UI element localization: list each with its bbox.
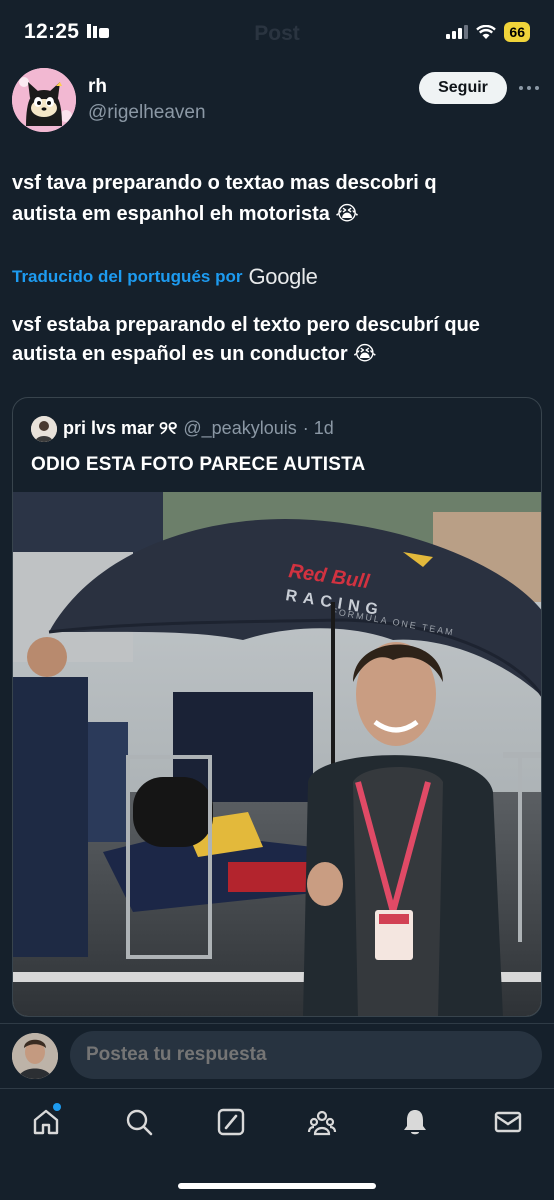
signal-icon [446,25,469,39]
translated-by-label: Traducido del portugués por [12,267,243,286]
translation-attribution[interactable]: Traducido del portugués por Google [12,264,318,290]
cat-avatar-icon [12,68,76,132]
home-icon[interactable] [31,1107,61,1137]
translated-text-line: autista en español es un conductor 😭 [12,343,377,365]
status-icons: 66 [446,22,530,42]
home-notification-dot [53,1103,61,1111]
grok-icon[interactable] [216,1107,246,1137]
home-indicator [178,1183,376,1189]
reply-input[interactable] [70,1031,542,1079]
wifi-icon [476,24,497,39]
translated-text: vsf estaba preparando el texto pero desc… [12,311,542,369]
battery-indicator: 66 [504,22,530,42]
search-icon[interactable] [124,1107,154,1137]
messages-icon[interactable] [493,1107,523,1137]
quote-photo[interactable]: Red Bull RACING FORMULA ONE TEAM [13,492,542,1017]
follow-button[interactable]: Seguir [419,72,507,104]
quote-author-name: pri lvs mar ୨୧ [63,418,178,438]
status-bar: Post 12:25 66 [0,0,554,62]
quote-author-handle: @_peakylouis [183,418,297,438]
more-options-icon[interactable] [517,76,541,100]
reply-bar [0,1023,554,1087]
time-text: 12:25 [24,20,80,43]
post-text: vsf tava preparando o textao mas descobr… [12,168,542,230]
status-time: 12:25 [24,20,111,44]
author-avatar[interactable] [12,68,76,132]
translated-text-line: vsf estaba preparando el texto pero desc… [12,314,480,336]
quoted-post[interactable]: pri lvs mar ୨୧ @_peakylouis · 1d ODIO ES… [12,397,542,1017]
post-text-line: autista em espanhol eh motorista 😭 [12,203,359,225]
author-handle[interactable]: @rigelheaven [88,102,206,124]
quote-text: ODIO ESTA FOTO PARECE AUTISTA [31,454,366,475]
post-header: rh @rigelheaven Seguir [12,68,542,132]
quote-author-avatar [31,416,57,442]
quote-header: pri lvs mar ୨୧ @_peakylouis · 1d [63,418,334,439]
google-logo-text: Google [248,264,318,289]
person-avatar-icon [31,416,57,442]
id-card-icon [87,24,110,38]
quote-timestamp: · 1d [302,418,334,438]
current-user-avatar[interactable] [12,1033,58,1079]
author-display-name[interactable]: rh [88,76,107,98]
notifications-icon[interactable] [400,1107,430,1137]
person-avatar-icon [12,1033,58,1079]
post-text-line: vsf tava preparando o textao mas descobr… [12,172,437,194]
communities-icon[interactable] [307,1107,337,1137]
